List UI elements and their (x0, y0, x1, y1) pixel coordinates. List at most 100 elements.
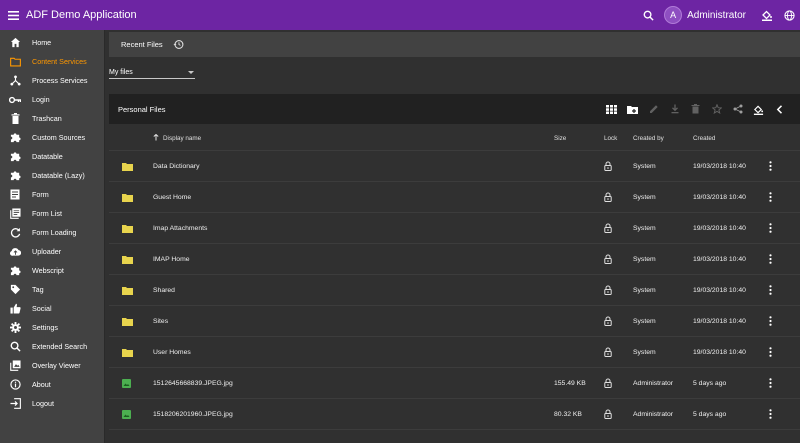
table-row[interactable]: 1518206201960.JPEG.jpg 80.32 KB Administra… (109, 399, 800, 430)
column-header-name[interactable]: Display name (163, 135, 201, 142)
language-button[interactable] (778, 0, 800, 30)
lock-icon[interactable] (604, 306, 612, 336)
sidebar-item-datatable-lazy[interactable]: Datatable (Lazy) (0, 166, 104, 185)
table-row[interactable]: Imap Attachments System 19/03/2018 10:40 (109, 213, 800, 244)
table-row[interactable]: Guest Home System 19/03/2018 10:40 (109, 182, 800, 213)
row-name[interactable]: Imap Attachments (153, 213, 207, 243)
lock-icon[interactable] (604, 399, 612, 429)
star-icon (711, 104, 722, 114)
sidebar-item-logout[interactable]: Logout (0, 394, 104, 413)
row-name[interactable]: IMAP Home (153, 244, 190, 274)
upload-icon (9, 246, 21, 258)
lock-icon[interactable] (604, 244, 612, 274)
favorite-button[interactable] (706, 94, 727, 124)
sidebar-item-extended-search[interactable]: Extended Search (0, 337, 104, 356)
sidebar-item-social[interactable]: Social (0, 299, 104, 318)
lock-icon[interactable] (604, 368, 612, 398)
sidebar-item-label: Extended Search (32, 342, 88, 351)
sidebar-item-process-services[interactable]: Process Services (0, 71, 104, 90)
more-vert-icon[interactable] (769, 368, 772, 398)
sidebar-item-about[interactable]: About (0, 375, 104, 394)
share-button[interactable] (727, 94, 748, 124)
row-created-by: Administrator (633, 410, 674, 418)
row-name[interactable]: Guest Home (153, 182, 191, 212)
recent-files-panel[interactable]: Recent Files (109, 32, 800, 57)
row-name[interactable]: Shared (153, 275, 175, 305)
theme-button[interactable] (756, 0, 778, 30)
lock-icon[interactable] (604, 151, 612, 181)
form-icon (9, 189, 21, 201)
table-row[interactable]: Data Dictionary System 19/03/2018 10:40 (109, 151, 800, 182)
download-icon (671, 104, 678, 114)
process-icon (9, 75, 21, 87)
row-name[interactable]: Sites (153, 306, 168, 336)
site-dropdown[interactable]: My files (109, 67, 195, 79)
trash-icon (9, 113, 21, 125)
user-name[interactable]: Administrator (687, 10, 746, 21)
sidebar-item-login[interactable]: Login (0, 90, 104, 109)
sidebar-item-form-loading[interactable]: Form Loading (0, 223, 104, 242)
color-fill-button[interactable] (748, 94, 769, 124)
row-name[interactable]: 1512645668839.JPEG.jpg (153, 368, 233, 398)
download-button[interactable] (664, 94, 685, 124)
more-vert-icon[interactable] (769, 151, 772, 181)
collapse-button[interactable] (769, 94, 790, 124)
image-file-icon (122, 399, 131, 429)
sidebar-item-tag[interactable]: Tag (0, 280, 104, 299)
table-row[interactable]: Sites System 19/03/2018 10:40 (109, 306, 800, 337)
puzzle-icon (9, 170, 21, 182)
table-header: Display name Size Lock Created by Create… (109, 126, 800, 151)
table-row[interactable]: IMAP Home System 19/03/2018 10:40 (109, 244, 800, 275)
column-header-lock[interactable]: Lock (604, 135, 617, 142)
view-toggle-button[interactable] (601, 94, 622, 124)
column-header-created-by[interactable]: Created by (633, 135, 664, 142)
table-row[interactable]: 1512645668839.JPEG.jpg 155.49 KB Administr… (109, 368, 800, 399)
menu-button[interactable] (0, 0, 26, 30)
lock-icon[interactable] (604, 182, 612, 212)
row-name[interactable]: 1518206201960.JPEG.jpg (153, 399, 233, 429)
sort-arrow-icon (153, 133, 159, 143)
more-vert-icon[interactable] (769, 399, 772, 429)
sidebar-item-webscript[interactable]: Webscript (0, 261, 104, 280)
more-vert-icon[interactable] (769, 244, 772, 274)
more-vert-icon[interactable] (769, 306, 772, 336)
row-name[interactable]: User Homes (153, 337, 191, 367)
column-header-size[interactable]: Size (554, 135, 566, 142)
sidebar-item-custom-sources[interactable]: Custom Sources (0, 128, 104, 147)
column-header-created[interactable]: Created (693, 135, 715, 142)
lock-icon[interactable] (604, 275, 612, 305)
delete-button[interactable] (685, 94, 706, 124)
sidebar-item-overlay-viewer[interactable]: Overlay Viewer (0, 356, 104, 375)
grid-view-icon (606, 104, 617, 114)
more-vert-icon[interactable] (769, 337, 772, 367)
search-button[interactable] (636, 0, 660, 30)
chevron-down-icon (188, 71, 194, 74)
trash-icon (691, 104, 700, 114)
sidebar-item-label: Form List (32, 209, 62, 218)
row-created: 5 days ago (693, 410, 727, 418)
sidebar-item-home[interactable]: Home (0, 33, 104, 52)
row-created-by: Administrator (633, 379, 674, 387)
sidebar-item-settings[interactable]: Settings (0, 318, 104, 337)
lock-icon[interactable] (604, 213, 612, 243)
sidebar-item-datatable[interactable]: Datatable (0, 147, 104, 166)
edit-button[interactable] (643, 94, 664, 124)
row-name[interactable]: Data Dictionary (153, 151, 199, 181)
more-vert-icon[interactable] (769, 182, 772, 212)
sidebar-item-trashcan[interactable]: Trashcan (0, 109, 104, 128)
row-created-by: System (633, 162, 656, 170)
table-row[interactable]: Shared System 19/03/2018 10:40 (109, 275, 800, 306)
search-icon (643, 10, 654, 21)
sidebar-item-content-services[interactable]: Content Services (0, 52, 104, 71)
sidebar-item-label: Uploader (32, 247, 62, 256)
avatar[interactable]: A (664, 6, 683, 24)
new-folder-button[interactable] (622, 94, 643, 124)
sidebar-item-uploader[interactable]: Uploader (0, 242, 104, 261)
sidebar-item-form-list[interactable]: Form List (0, 204, 104, 223)
table-row[interactable]: User Homes System 19/03/2018 10:40 (109, 337, 800, 368)
form-list-icon (9, 208, 21, 220)
sidebar-item-form[interactable]: Form (0, 185, 104, 204)
lock-icon[interactable] (604, 337, 612, 367)
more-vert-icon[interactable] (769, 213, 772, 243)
more-vert-icon[interactable] (769, 275, 772, 305)
